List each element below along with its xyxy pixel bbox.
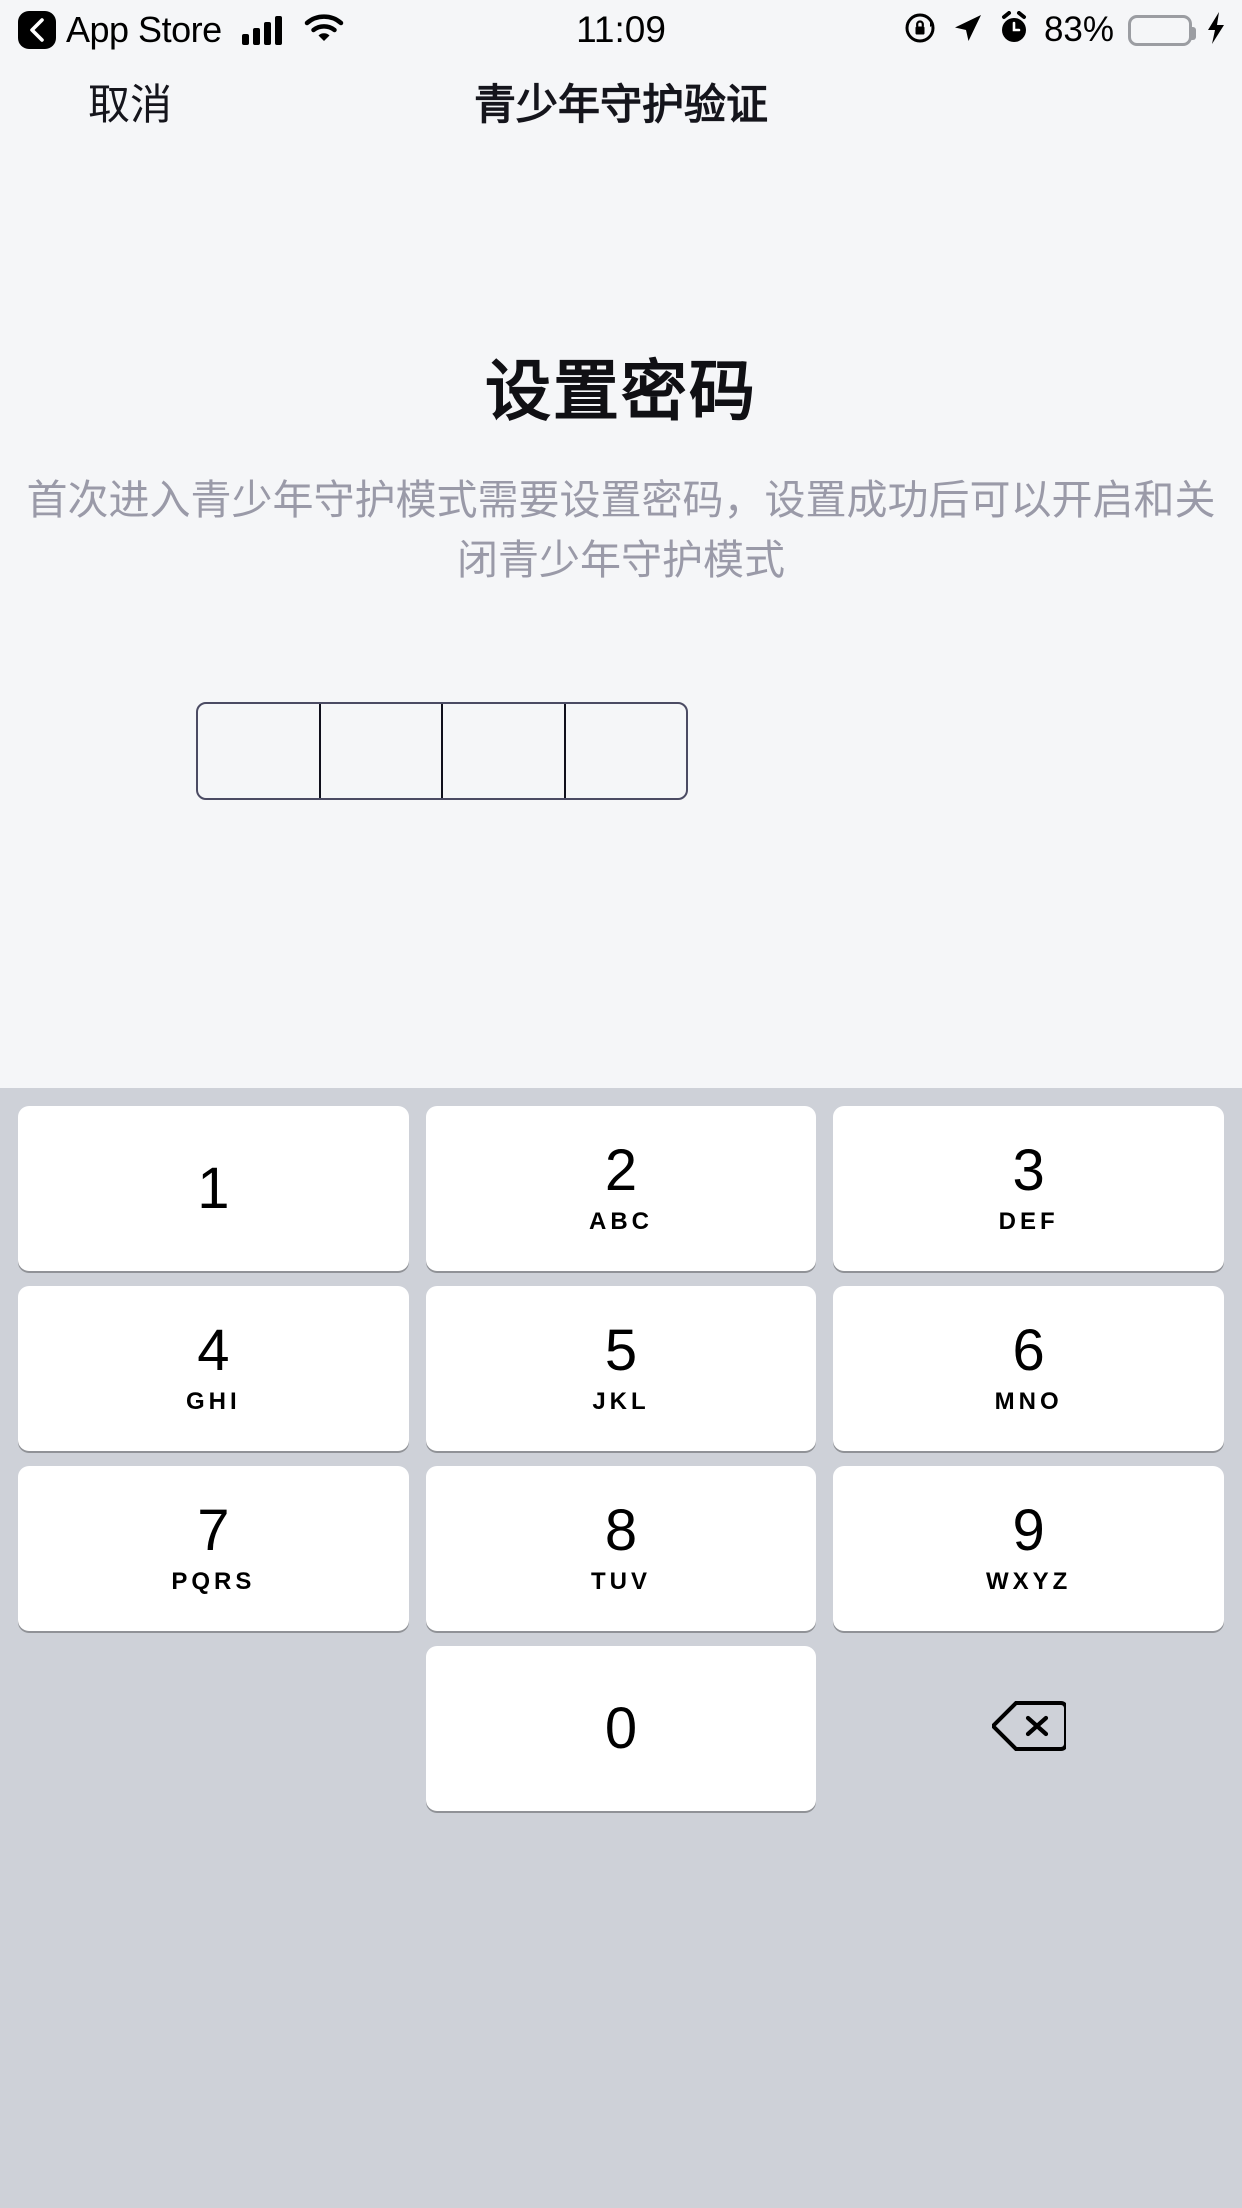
key-digit: 4 bbox=[197, 1322, 229, 1380]
key-7[interactable]: 7 PQRS bbox=[18, 1466, 409, 1631]
key-digit: 3 bbox=[1013, 1142, 1045, 1200]
status-bar-right: 83% bbox=[904, 10, 1226, 50]
numeric-keypad: 1 2 ABC 3 DEF 4 GHI 5 JKL 6 MNO bbox=[0, 1088, 1242, 2208]
key-letters: PQRS bbox=[171, 1568, 255, 1596]
key-letters: TUV bbox=[591, 1568, 651, 1596]
password-input[interactable] bbox=[196, 702, 688, 800]
keypad-row-4: 0 bbox=[0, 1646, 1242, 1811]
backspace-icon bbox=[992, 1699, 1066, 1758]
keypad-row-3: 7 PQRS 8 TUV 9 WXYZ bbox=[0, 1466, 1242, 1631]
backspace-key[interactable] bbox=[833, 1646, 1224, 1811]
key-digit: 9 bbox=[1013, 1502, 1045, 1560]
location-arrow-icon bbox=[952, 12, 984, 49]
password-cell-4[interactable] bbox=[566, 704, 687, 798]
key-letters: ABC bbox=[589, 1208, 653, 1236]
key-letters: WXYZ bbox=[986, 1568, 1071, 1596]
key-letters: JKL bbox=[592, 1388, 649, 1416]
key-1[interactable]: 1 bbox=[18, 1106, 409, 1271]
keypad-row-2: 4 GHI 5 JKL 6 MNO bbox=[0, 1286, 1242, 1451]
lightning-bolt-icon bbox=[1206, 11, 1226, 50]
key-digit: 8 bbox=[605, 1502, 637, 1560]
password-cell-2[interactable] bbox=[321, 704, 444, 798]
status-bar: App Store 11:09 bbox=[0, 0, 1242, 60]
battery-icon bbox=[1128, 15, 1192, 46]
key-2[interactable]: 2 ABC bbox=[426, 1106, 817, 1271]
key-letters: MNO bbox=[995, 1388, 1063, 1416]
password-cell-3[interactable] bbox=[443, 704, 566, 798]
key-digit: 7 bbox=[197, 1502, 229, 1560]
key-4[interactable]: 4 GHI bbox=[18, 1286, 409, 1451]
keypad-row-1: 1 2 ABC 3 DEF bbox=[0, 1106, 1242, 1271]
navigation-bar: 取消 青少年守护验证 bbox=[0, 60, 1242, 150]
page-title: 青少年守护验证 bbox=[0, 84, 1242, 126]
key-digit: 5 bbox=[605, 1322, 637, 1380]
key-5[interactable]: 5 JKL bbox=[426, 1286, 817, 1451]
key-digit: 2 bbox=[605, 1142, 637, 1200]
key-9[interactable]: 9 WXYZ bbox=[833, 1466, 1224, 1631]
password-cell-1[interactable] bbox=[198, 704, 321, 798]
key-digit: 0 bbox=[605, 1700, 637, 1758]
description-text: 首次进入青少年守护模式需要设置密码，设置成功后可以开启和关闭青少年守护模式 bbox=[0, 470, 1242, 590]
set-password-heading: 设置密码 bbox=[0, 338, 1242, 434]
rotation-lock-icon bbox=[904, 11, 938, 50]
battery-nub bbox=[1191, 27, 1196, 40]
key-letters: GHI bbox=[186, 1388, 241, 1416]
battery-percent-label: 83% bbox=[1044, 10, 1114, 50]
key-3[interactable]: 3 DEF bbox=[833, 1106, 1224, 1271]
key-spacer bbox=[18, 1646, 409, 1811]
key-digit: 1 bbox=[197, 1160, 229, 1218]
key-8[interactable]: 8 TUV bbox=[426, 1466, 817, 1631]
phone-screen: App Store 11:09 bbox=[0, 0, 1242, 2208]
key-6[interactable]: 6 MNO bbox=[833, 1286, 1224, 1451]
alarm-clock-icon bbox=[998, 11, 1030, 50]
key-0[interactable]: 0 bbox=[426, 1646, 817, 1811]
key-digit: 6 bbox=[1013, 1322, 1045, 1380]
key-letters: DEF bbox=[999, 1208, 1059, 1236]
